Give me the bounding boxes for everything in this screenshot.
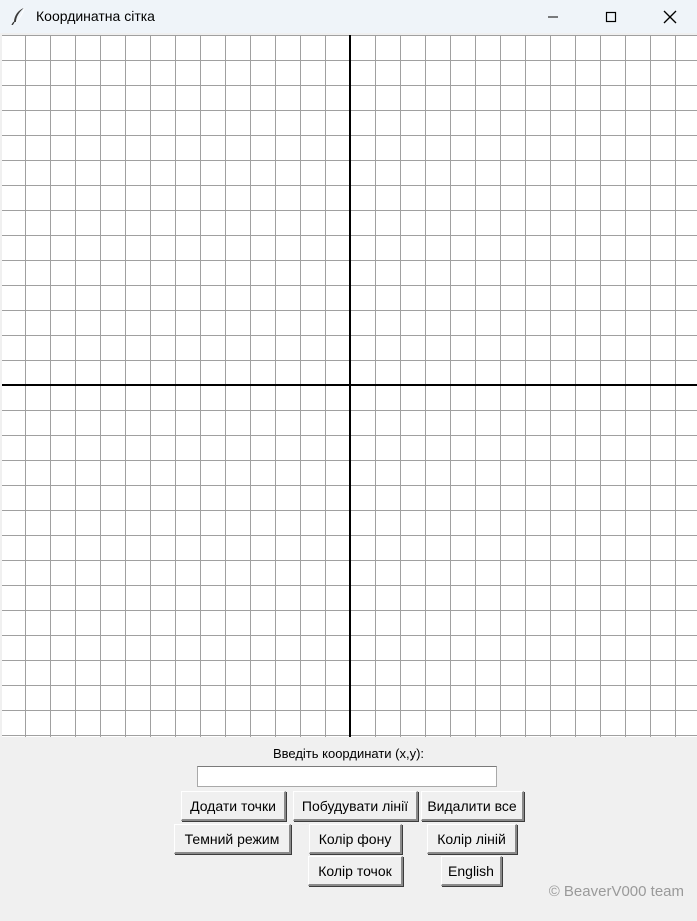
minimize-icon [547,11,559,23]
coordinate-grid[interactable] [2,35,697,737]
credit-text: © BeaverV000 team [548,883,684,900]
language-button[interactable]: English [441,856,502,886]
background-color-button[interactable]: Колір фону [309,824,402,854]
controls-panel: Введіть координати (x,y): Додати точки П… [0,737,697,921]
build-lines-button[interactable]: Побудувати лінії [293,791,418,821]
coordinates-input[interactable] [197,766,497,787]
coordinates-prompt: Введіть координати (x,y): [272,746,425,761]
close-button[interactable] [647,0,693,33]
feather-icon [11,7,27,26]
line-color-button[interactable]: Колір ліній [427,824,517,854]
minimize-button[interactable] [530,0,576,33]
close-icon [663,10,677,24]
point-color-button[interactable]: Колір точок [308,856,403,886]
coordinate-canvas[interactable] [2,35,697,737]
title-bar: Координатна сітка [0,0,697,33]
window-title: Координатна сітка [36,8,155,24]
maximize-button[interactable] [588,0,634,33]
maximize-icon [605,11,617,23]
delete-all-button[interactable]: Видалити все [421,791,524,821]
add-points-button[interactable]: Додати точки [181,791,286,821]
dark-mode-button[interactable]: Темний режим [174,824,291,854]
